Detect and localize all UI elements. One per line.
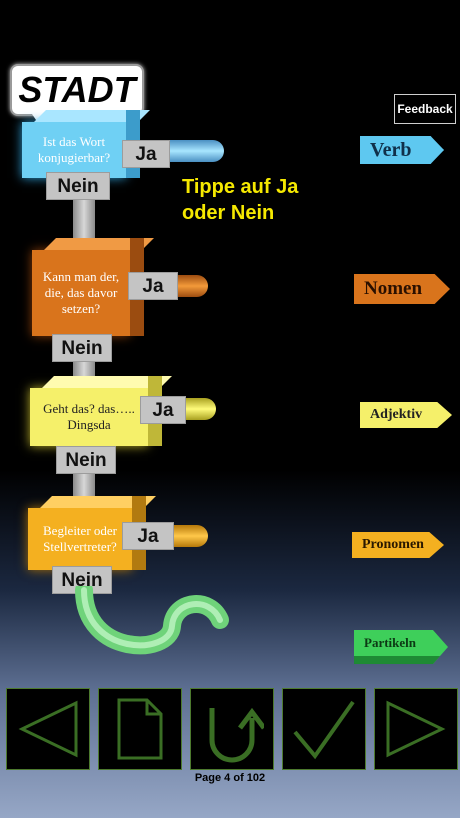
page-indicator: Page 4 of 102 (194, 772, 266, 784)
word-card: STADT (10, 64, 144, 126)
page-button[interactable] (98, 688, 182, 770)
question-text-1: Ist das Wort konjugierbar? (37, 134, 111, 165)
category-nomen[interactable]: Nomen (354, 274, 450, 304)
pipe-yes-4 (172, 525, 208, 547)
triangle-left-icon (18, 700, 78, 758)
question-text-4: Begleiter oder Stellvertreter? (43, 523, 117, 554)
no-button-2[interactable]: Nein (52, 334, 112, 362)
back-button[interactable] (6, 688, 90, 770)
question-text-3: Geht das? das….. Dingsda (43, 401, 135, 432)
checkmark-icon (293, 700, 355, 760)
category-verb[interactable]: Verb (360, 136, 444, 164)
category-adjektiv[interactable]: Adjektiv (360, 402, 452, 428)
category-pronomen[interactable]: Pronomen (352, 532, 444, 558)
category-partikeln[interactable]: Partikeln (354, 630, 448, 664)
instruction-text: Tippe auf Ja oder Nein (182, 176, 299, 224)
question-box-1: Ist das Wort konjugierbar? (22, 110, 150, 178)
question-box-4: Begleiter oder Stellvertreter? (28, 496, 156, 570)
yes-button-2[interactable]: Ja (128, 272, 178, 300)
yes-button-4[interactable]: Ja (122, 522, 174, 550)
triangle-right-icon (386, 700, 446, 758)
question-box-2: Kann man der, die, das davor setzen? (32, 238, 154, 336)
no-button-3[interactable]: Nein (56, 446, 116, 474)
question-text-2: Kann man der, die, das davor setzen? (42, 269, 120, 316)
no-button-1[interactable]: Nein (46, 172, 110, 200)
undo-button[interactable] (190, 688, 274, 770)
page-icon (117, 698, 163, 760)
yes-button-3[interactable]: Ja (140, 396, 186, 424)
question-box-3: Geht das? das….. Dingsda (30, 376, 172, 446)
u-turn-arrow-icon (209, 707, 264, 763)
green-s-pipe (75, 586, 229, 655)
pipe-yes-2 (176, 275, 208, 297)
forward-button[interactable] (374, 688, 458, 770)
feedback-button[interactable]: Feedback (394, 94, 456, 124)
pipe-yes-3 (186, 398, 216, 420)
yes-button-1[interactable]: Ja (122, 140, 170, 168)
check-button[interactable] (282, 688, 366, 770)
